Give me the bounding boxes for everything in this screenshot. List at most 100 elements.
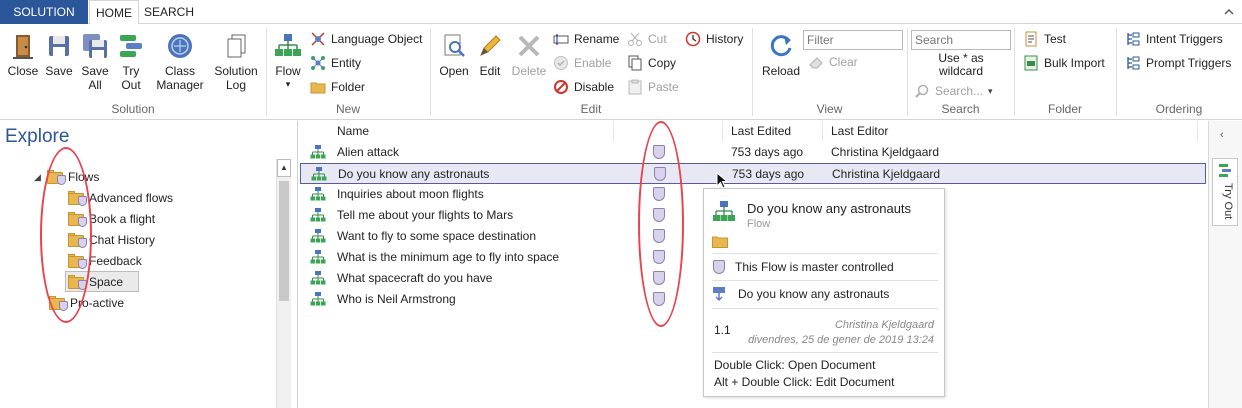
eraser-icon: [809, 57, 823, 69]
save-button[interactable]: Save: [44, 32, 74, 78]
reload-button[interactable]: Reload: [760, 32, 802, 78]
flow-tooltip: Do you know any astronauts Flow This Flo…: [703, 188, 945, 397]
column-header-name[interactable]: Name: [337, 124, 369, 138]
tooltip-hint-open: Double Click: Open Document: [714, 358, 876, 372]
tooltip-divider: [712, 253, 938, 254]
copy-label: Copy: [648, 56, 677, 70]
tab-solution[interactable]: SOLUTION: [0, 0, 88, 24]
group-label-solution: Solution: [111, 102, 155, 116]
search-icon: [915, 84, 929, 98]
open-label: Open: [439, 64, 469, 78]
bulk-import-label: Bulk Import: [1044, 56, 1105, 70]
flow-tree-icon: [310, 229, 326, 243]
try-out-button[interactable]: Try Out: [116, 32, 146, 92]
scroll-thumb[interactable]: [279, 181, 289, 301]
wildcard-hint: Use * as wildcard: [911, 52, 1011, 78]
language-object-icon: [311, 32, 325, 46]
flow-tree-icon: [310, 208, 326, 222]
cut-button[interactable]: Cut: [627, 29, 667, 49]
try-out-side-tab[interactable]: Try Out: [1212, 158, 1238, 226]
tooltip-master-controlled: This Flow is master controlled: [735, 260, 894, 274]
row-last-editor: Christina Kjeldgaard: [832, 167, 941, 181]
rename-button[interactable]: Rename: [553, 29, 619, 49]
tooltip-date: divendres, 25 de gener de 2019 13:24: [748, 334, 934, 346]
tab-search[interactable]: SEARCH: [140, 0, 198, 24]
row-name: Tell me about your flights to Mars: [337, 208, 514, 222]
entity-icon: [311, 56, 325, 70]
paste-button[interactable]: Paste: [627, 77, 679, 97]
save-all-label-2: All: [88, 78, 102, 92]
class-manager-label-2: Manager: [156, 78, 204, 92]
close-button[interactable]: Close: [4, 32, 42, 78]
ribbon-tab-bar: SOLUTION HOME SEARCH: [0, 0, 1242, 25]
prompt-triggers-button[interactable]: Prompt Triggers: [1125, 53, 1231, 73]
collapse-left-icon[interactable]: ‹: [1220, 129, 1224, 141]
bulk-import-button[interactable]: Bulk Import: [1023, 53, 1105, 73]
scroll-up-arrow-icon[interactable]: ▲: [277, 159, 291, 177]
open-button[interactable]: Open: [437, 32, 471, 78]
delete-label: Delete: [511, 64, 547, 78]
column-header-last-edited[interactable]: Last Edited: [731, 124, 791, 138]
try-out-label-1: Try: [122, 64, 140, 78]
reload-icon: [770, 35, 792, 57]
delete-button[interactable]: Delete: [510, 32, 548, 78]
rename-icon: [553, 34, 569, 45]
column-divider: [613, 121, 614, 141]
tree-scrollbar[interactable]: ▲: [276, 159, 291, 408]
row-name: Do you know any astronauts: [338, 167, 490, 181]
door-icon: [13, 35, 33, 59]
folder-label: Folder: [331, 80, 366, 94]
history-button[interactable]: History: [685, 29, 743, 49]
search-dropdown-button[interactable]: Search... ▾: [914, 81, 993, 101]
language-object-label: Language Object: [331, 32, 423, 46]
tooltip-title: Do you know any astronauts: [747, 201, 912, 216]
rename-label: Rename: [574, 32, 620, 46]
search-input[interactable]: Search: [911, 30, 1011, 50]
enable-button[interactable]: Enable: [553, 53, 611, 73]
tab-home[interactable]: HOME: [89, 0, 139, 25]
disable-button[interactable]: Disable: [553, 77, 614, 97]
scissors-icon: [628, 32, 642, 46]
edit-button[interactable]: Edit: [475, 32, 505, 78]
test-button[interactable]: Test: [1023, 29, 1066, 49]
history-label: History: [706, 32, 744, 46]
collapse-triangle-icon[interactable]: ◢: [34, 167, 44, 187]
solution-log-button[interactable]: Solution Log: [210, 32, 262, 92]
row-name: What is the minimum age to fly into spac…: [337, 250, 560, 264]
copy-button[interactable]: Copy: [627, 53, 676, 73]
collapse-ribbon-icon[interactable]: [1224, 8, 1234, 16]
row-name: Alien attack: [337, 145, 400, 159]
flow-tree-icon: [310, 292, 326, 306]
history-clock-icon: [685, 31, 701, 47]
solution-log-label-2: Log: [225, 78, 247, 92]
flow-tree-icon: [310, 250, 326, 264]
try-out-label-2: Out: [121, 78, 141, 92]
language-object-button[interactable]: Language Object: [310, 29, 422, 49]
enable-label: Enable: [574, 56, 612, 70]
entity-button[interactable]: Entity: [310, 53, 361, 73]
group-label-folder: Folder: [1047, 102, 1082, 116]
table-row[interactable]: Alien attack 753 days ago Christina Kjeldg…: [300, 142, 1206, 163]
ribbon: Close Save Save All Try Out Class Manage…: [0, 24, 1242, 120]
group-label-ordering: Ordering: [1155, 102, 1203, 116]
mouse-cursor-icon: [716, 172, 729, 189]
floppy-disk-icon: [49, 36, 69, 56]
test-document-icon: [1025, 31, 1037, 47]
table-row[interactable]: Do you know any astronauts 753 days ago Ch…: [300, 163, 1206, 184]
explore-title: Explore: [5, 126, 70, 147]
clear-filter-button[interactable]: Clear: [808, 52, 858, 72]
column-header-last-editor[interactable]: Last Editor: [831, 124, 888, 138]
intent-triggers-button[interactable]: Intent Triggers: [1125, 29, 1223, 49]
tree-node-label: Book a flight: [89, 212, 156, 226]
wildcard-hint-line-2: wildcard: [938, 64, 983, 78]
folder-button[interactable]: Folder: [310, 77, 365, 97]
trigger-arrow-icon: [713, 287, 725, 302]
folder-icon: [310, 82, 326, 94]
class-manager-button[interactable]: Class Manager: [156, 32, 204, 92]
search-dropdown-label: Search...: [935, 84, 984, 98]
tree-node-label: Feedback: [89, 254, 142, 268]
save-all-button[interactable]: Save All: [80, 32, 110, 92]
new-flow-button[interactable]: Flow ▾: [272, 32, 304, 90]
save-all-label-1: Save: [81, 64, 109, 78]
filter-input[interactable]: Filter: [803, 30, 903, 50]
